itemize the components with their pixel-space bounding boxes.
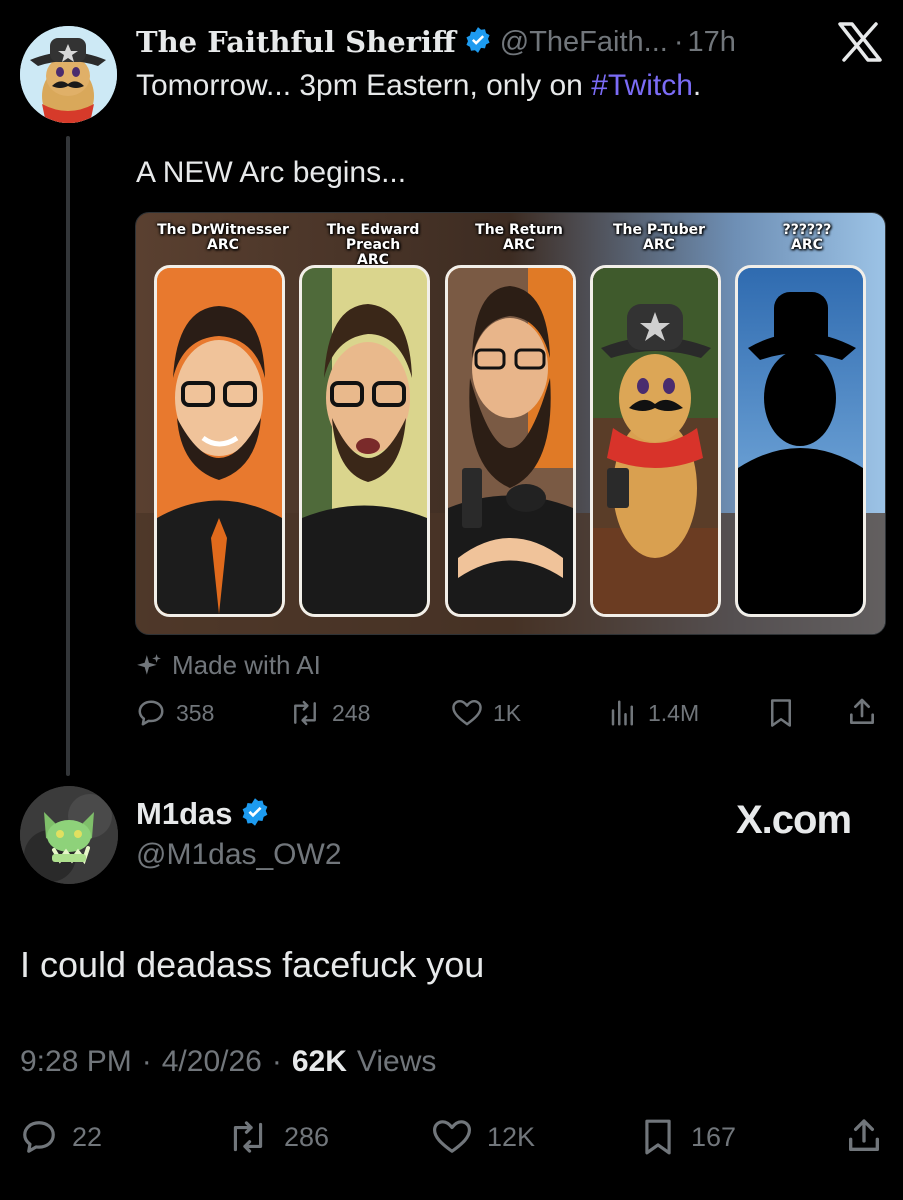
separator-dot: ·	[141, 1045, 152, 1078]
views-count: 62K	[291, 1045, 347, 1078]
quoted-tweet-header: The Faithful Sheriff @TheFaith... · 17h	[136, 22, 736, 62]
tweet-time[interactable]: 9:28 PM	[20, 1045, 132, 1079]
arc-card-5	[735, 265, 866, 617]
arc-title-1-line2: ARC	[207, 237, 239, 253]
repost-button[interactable]: 286	[226, 1118, 329, 1156]
hashtag-link[interactable]: #Twitch	[591, 69, 693, 102]
sparkle-icon	[136, 653, 162, 679]
repost-count: 286	[284, 1121, 330, 1152]
arc-title-5-line1: ??????	[782, 222, 832, 238]
avatar-faithful-sheriff[interactable]	[20, 26, 117, 123]
portrait-3	[448, 268, 573, 614]
avatar-image	[20, 26, 117, 123]
repost-icon	[288, 698, 322, 728]
avatar-image	[20, 786, 118, 884]
views-count: 1.4M	[648, 699, 700, 726]
like-button[interactable]: 1K	[451, 698, 521, 728]
timestamp[interactable]: 17h	[688, 26, 736, 59]
reply-count: 22	[72, 1121, 103, 1152]
quoted-tweet-text: Tomorrow... 3pm Eastern, only on #Twitch…	[136, 67, 876, 105]
tweet-date[interactable]: 4/20/26	[162, 1045, 262, 1079]
text-part-end: .	[692, 69, 702, 102]
reply-icon	[136, 698, 166, 728]
main-tweet-text: I could deadass facefuck you	[20, 944, 485, 985]
arc-title-4-line1: The P-Tuber	[612, 222, 706, 238]
display-name[interactable]: M1das	[136, 796, 232, 832]
repost-count: 248	[332, 699, 371, 726]
arc-title-3-line2: ARC	[503, 237, 535, 253]
text-part: Tomorrow... 3pm Eastern, only on	[136, 69, 592, 102]
separator-dot: ·	[673, 25, 684, 58]
avatar-m1das[interactable]	[20, 786, 118, 884]
views-label: Views	[356, 1045, 437, 1078]
reply-count: 358	[176, 699, 215, 726]
like-icon	[431, 1118, 473, 1156]
portrait-4	[593, 268, 718, 614]
share-button[interactable]	[844, 1116, 884, 1156]
share-icon	[846, 696, 878, 728]
verified-badge-icon	[464, 26, 492, 59]
arc-title-5: ?????? ARC	[732, 223, 882, 253]
bookmark-button[interactable]: 167	[639, 1118, 736, 1156]
quoted-tweet-text-line2: A NEW Arc begins...	[136, 156, 407, 189]
arc-title-2: The Edward Preach ARC	[298, 223, 448, 268]
x-logo-icon[interactable]	[838, 22, 882, 67]
verified-badge-icon	[240, 797, 270, 832]
views-icon	[608, 698, 638, 728]
portrait-1	[157, 268, 282, 614]
reply-button[interactable]: 22	[20, 1118, 102, 1156]
arc-title-1-line1: The DrWitnesser	[157, 222, 289, 238]
handle[interactable]: @TheFaith...	[500, 26, 668, 59]
arc-card-3	[445, 265, 576, 617]
reply-button[interactable]: 358	[136, 698, 214, 728]
arc-title-4-line2: ARC	[643, 237, 675, 253]
main-tweet-header: M1das	[136, 796, 270, 832]
ai-label: Made with AI	[136, 650, 321, 681]
like-icon	[451, 698, 483, 728]
bookmark-icon	[639, 1118, 677, 1156]
like-count: 12K	[487, 1121, 536, 1152]
arc-card-1	[154, 265, 285, 617]
bookmark-icon	[766, 698, 796, 728]
thread-connector	[66, 136, 70, 776]
bookmark-count: 167	[691, 1121, 737, 1152]
display-name[interactable]: The Faithful Sheriff	[136, 25, 456, 59]
arc-title-5-line2: ARC	[791, 237, 823, 253]
arc-title-1: The DrWitnesser ARC	[148, 223, 298, 253]
like-count: 1K	[493, 699, 522, 726]
repost-button[interactable]: 248	[288, 698, 370, 728]
share-button[interactable]	[846, 696, 878, 728]
ai-label-text: Made with AI	[172, 650, 321, 680]
tweet-meta: 9:28 PM · 4/20/26 · 62K Views	[20, 1045, 436, 1079]
separator-dot-2: ·	[271, 1045, 282, 1078]
watermark-text: X.com	[736, 798, 852, 842]
arc-title-3-line1: The Return	[475, 222, 563, 238]
media-image[interactable]: The DrWitnesser ARC The Edward Preach ARC …	[135, 212, 886, 635]
portrait-2	[302, 268, 427, 614]
share-icon	[844, 1116, 884, 1156]
arc-title-4: The P-Tuber ARC	[584, 223, 734, 253]
arc-card-4	[590, 265, 721, 617]
arc-card-2	[299, 265, 430, 617]
arc-title-3: The Return ARC	[444, 223, 594, 253]
handle[interactable]: @M1das_OW2	[136, 838, 342, 872]
xcom-watermark: X.com	[736, 798, 852, 843]
repost-icon	[226, 1118, 270, 1156]
reply-icon	[20, 1118, 58, 1156]
views-button[interactable]: 1.4M	[608, 698, 699, 728]
bookmark-button[interactable]	[766, 698, 796, 728]
portrait-5-silhouette	[738, 268, 863, 614]
like-button[interactable]: 12K	[431, 1118, 535, 1156]
arc-title-2-line1: The Edward Preach	[326, 222, 420, 253]
